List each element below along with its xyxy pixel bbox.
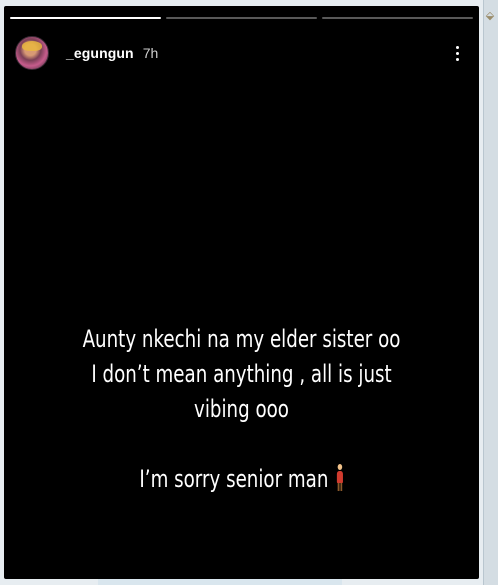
- caption-line-4-text: I’m sorry senior man: [139, 465, 329, 493]
- caption-line-1: Aunty nkechi na my elder sister oo: [82, 325, 401, 353]
- story-caption: Aunty nkechi na my elder sister oo I don…: [61, 322, 422, 497]
- menu-dot: [455, 45, 459, 49]
- more-options-icon[interactable]: [447, 41, 467, 65]
- menu-dot: [455, 57, 459, 61]
- progress-segment-3: [322, 17, 473, 19]
- menu-dot: [455, 51, 459, 55]
- progress-segment-1: [10, 17, 161, 19]
- username[interactable]: _egungun: [66, 45, 134, 61]
- post-time: 7h: [142, 45, 159, 61]
- story-viewer[interactable]: _egungun 7h Aunty nkechi na my elder sis…: [4, 6, 479, 579]
- caption-line-3: vibing ooo: [194, 395, 289, 423]
- avatar[interactable]: [15, 36, 49, 70]
- bottom-tab-strip: [98, 579, 342, 585]
- progress-segment-2: [166, 17, 317, 19]
- caption-gap: [61, 427, 422, 462]
- story-frame: _egungun 7h Aunty nkechi na my elder sis…: [0, 0, 484, 585]
- story-header: _egungun 7h: [15, 36, 467, 70]
- person-standing-emoji-icon: [336, 464, 344, 492]
- story-progress-bar: [10, 17, 473, 19]
- caption-line-2: I don’t mean anything , all is just: [91, 360, 392, 388]
- corner-pin-icon[interactable]: ⬙: [484, 10, 496, 22]
- caption-line-4: I’m sorry senior man: [61, 462, 422, 497]
